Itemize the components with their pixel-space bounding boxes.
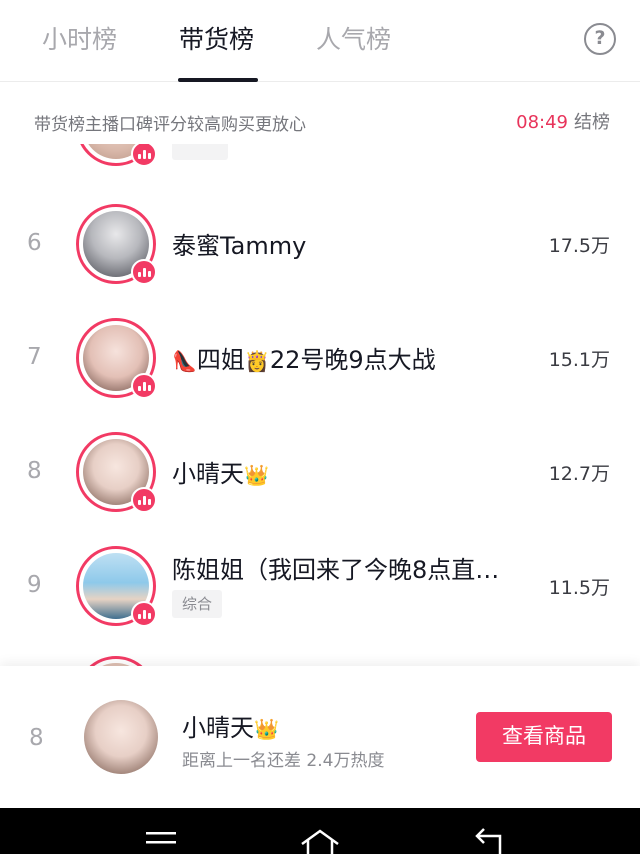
anchor-name: 陈姐姐（我回来了今晚8点直…: [172, 556, 500, 584]
rank-number: 9: [27, 572, 42, 598]
list-item[interactable]: 9 陈姐姐（我回来了今晚8点直… 综合 11.5万: [0, 528, 640, 642]
list-item[interactable]: 6 泰蜜Tammy 17.5万: [0, 186, 640, 300]
countdown: 08:49 结榜: [516, 108, 610, 134]
avatar[interactable]: [76, 432, 157, 513]
anchor-name-suffix: 22号晚9点大战: [269, 346, 436, 374]
system-nav-bar: [0, 808, 640, 854]
avatar[interactable]: [84, 700, 158, 774]
ranking-description: 带货榜主播口碑评分较高购买更放心: [34, 115, 306, 135]
rank-number: 8: [27, 458, 42, 484]
current-anchor-bar: 8 小晴天👑 距离上一名还差 2.4万热度 查看商品: [0, 666, 640, 808]
live-icon: [131, 259, 157, 285]
ranking-info-bar: 带货榜主播口碑评分较高购买更放心 08:49 结榜: [0, 82, 640, 144]
high-heel-icon: 👠: [172, 349, 197, 373]
anchor-name: 👠四姐👸22号晚9点大战: [172, 340, 436, 375]
crown-icon: 👑: [244, 463, 269, 487]
anchor-name: 小晴天👑: [172, 454, 269, 489]
home-icon[interactable]: [300, 828, 340, 854]
live-icon: [131, 601, 157, 627]
princess-icon: 👸: [244, 349, 270, 373]
tag: [172, 144, 228, 160]
list-item[interactable]: 8 小晴天👑 12.7万: [0, 414, 640, 528]
score: 15.1万: [548, 349, 610, 371]
view-products-button[interactable]: 查看商品: [476, 712, 612, 762]
avatar[interactable]: [76, 318, 157, 399]
countdown-suffix: 结榜: [574, 112, 610, 133]
tab-sales[interactable]: 带货榜: [179, 20, 254, 56]
current-anchor-name-text: 小晴天: [182, 714, 254, 742]
list-item-partial: [0, 144, 640, 168]
score: 11.5万: [548, 577, 610, 599]
rank-number: 6: [27, 230, 42, 256]
anchor-name-text: 小晴天: [172, 460, 244, 488]
ranking-tabs: 小时榜 带货榜 人气榜 ?: [0, 0, 640, 82]
tab-popularity[interactable]: 人气榜: [316, 20, 391, 56]
countdown-time: 08:49: [516, 112, 568, 133]
crown-icon: 👑: [254, 717, 279, 741]
anchor-name: 泰蜜Tammy: [172, 232, 307, 260]
avatar[interactable]: [76, 546, 157, 627]
current-rank: 8: [29, 725, 44, 751]
score: 17.5万: [548, 235, 610, 257]
live-icon: [131, 487, 157, 513]
avatar[interactable]: [76, 144, 157, 167]
score: 12.7万: [548, 463, 610, 485]
tab-hourly[interactable]: 小时榜: [42, 20, 117, 56]
anchor-name-text: 四姐: [196, 346, 245, 374]
live-icon: [131, 373, 157, 399]
back-icon[interactable]: [470, 826, 506, 854]
live-icon: [131, 144, 157, 167]
category-tag: 综合: [172, 590, 223, 618]
current-anchor-name: 小晴天👑: [182, 708, 279, 743]
rank-number: 7: [27, 344, 42, 370]
avatar[interactable]: [76, 204, 157, 285]
menu-icon[interactable]: [146, 826, 176, 854]
list-item[interactable]: 7 👠四姐👸22号晚9点大战 15.1万: [0, 300, 640, 414]
question-circle-icon[interactable]: ?: [584, 23, 616, 55]
gap-to-previous: 距离上一名还差 2.4万热度: [182, 751, 385, 771]
